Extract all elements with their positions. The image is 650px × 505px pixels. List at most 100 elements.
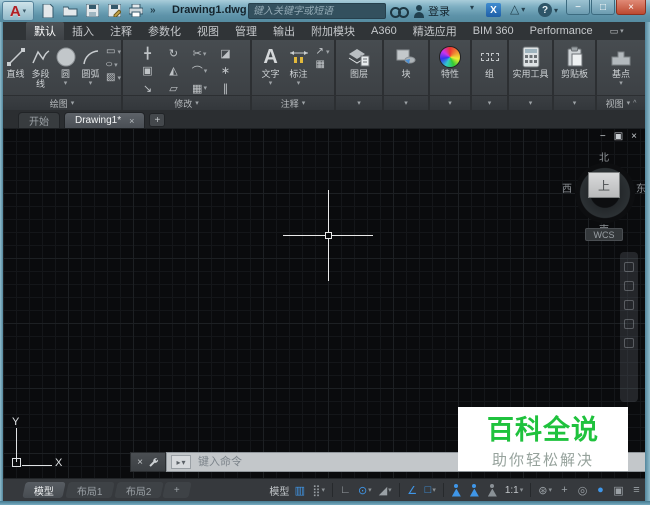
move-button[interactable]: ╋ [137,47,159,60]
array-button[interactable]: ▦ ▾ [189,82,211,95]
object-snap-toggle[interactable]: □ ▾ [423,482,438,499]
explode-button[interactable]: ∗ [215,64,237,77]
fillet-button[interactable]: ⌒ ▾ [189,64,211,78]
ribbon-tab-annotate[interactable]: 注释 [102,22,140,40]
isometric-drafting-toggle[interactable]: ◢ ▾ [377,482,394,499]
exchange-apps-button[interactable]: X [486,3,501,17]
offset-button[interactable]: ∥ [215,82,237,95]
zoom-icon[interactable] [624,300,634,310]
app-menu-button[interactable]: A ▾ [2,1,34,21]
save-button[interactable] [84,3,100,18]
scale-button[interactable]: ▱ [163,82,185,95]
command-options-chip[interactable]: ▸ ▾ [171,455,191,469]
insert-block-button[interactable]: 块 [387,42,425,95]
mirror-button[interactable]: ◭ [163,64,185,77]
ribbon-tab-home[interactable]: 默认 [26,22,64,40]
search-box[interactable] [248,3,391,19]
basepoint-button[interactable]: 基点 ▾ [600,42,642,95]
help-button[interactable]: ? ▾ [538,3,558,17]
table-button[interactable]: ▦ [316,60,330,70]
plot-button[interactable] [128,3,144,18]
signin-button[interactable]: 登录 [414,3,450,19]
file-tab-start[interactable]: 开始 [18,112,60,128]
pan-icon[interactable] [624,281,634,291]
doc-minimize-button[interactable]: − [600,131,606,142]
scale-value-button[interactable]: 1:1 ▾ [503,482,525,499]
layout2-tab[interactable]: 布局2 [113,482,163,498]
workspace-switch-button[interactable]: ⊛ ▾ [536,482,554,499]
modify-panel-label[interactable]: 修改 ▾ [123,95,250,110]
block-panel-label[interactable]: ▾ [384,95,428,110]
window-close-button[interactable]: × [616,0,646,15]
search-input[interactable] [249,4,391,18]
layout1-tab[interactable]: 布局1 [65,482,115,498]
ribbon-tab-parametric[interactable]: 参数化 [140,22,189,40]
pin-icon[interactable]: ^ [633,100,636,107]
properties-button[interactable]: 特性 [433,42,467,95]
customize-wrench-icon[interactable] [148,457,159,468]
viewcube-east[interactable]: 东 [636,180,645,195]
ribbon-tab-featured-apps[interactable]: 精选应用 [405,22,465,40]
arc-button[interactable]: 圆弧 ▾ [78,42,103,95]
circle-button[interactable]: 圆 ▾ [53,42,78,95]
keep-me-updated-dropdown[interactable]: ▾ [470,3,474,12]
ribbon-minimize-button[interactable]: ▭ ▾ [605,22,629,40]
window-maximize-button[interactable]: □ [591,0,615,15]
window-minimize-button[interactable]: − [566,0,590,15]
clipboard-button[interactable]: 剪贴板 [556,42,594,95]
ellipse-button[interactable]: ○ ▾ [105,60,121,70]
doc-restore-button[interactable]: ▣ [614,131,623,142]
search-icon[interactable] [390,5,409,18]
dimension-button[interactable]: 标注 ▾ [285,42,313,95]
a360-button[interactable]: △ ▾ [510,3,525,15]
open-file-button[interactable] [62,3,78,18]
ortho-mode-toggle[interactable]: ∟ [338,482,353,499]
ribbon-tab-manage[interactable]: 管理 [227,22,265,40]
text-button[interactable]: A 文字 ▾ [257,42,285,95]
new-drawing-tab-button[interactable]: + [149,113,166,127]
annotation-panel-label[interactable]: 注释 ▾ [252,95,334,110]
polyline-button[interactable]: 多段线 [28,42,53,95]
draw-panel-label[interactable]: 绘图 ▾ [3,95,121,110]
utilities-button[interactable]: 实用工具 [511,42,551,95]
doc-close-button[interactable]: × [631,131,637,142]
ribbon-tab-output[interactable]: 输出 [265,22,303,40]
drawing-canvas[interactable]: − ▣ × 上 北 南 西 东 WCS X Y [3,128,645,478]
viewcube-top-face[interactable]: 上 [588,172,620,198]
file-tab-drawing1[interactable]: Drawing1* × [64,112,146,128]
autoscale-toggle[interactable] [467,482,482,499]
command-line-handle[interactable]: × [130,452,166,472]
model-space-button[interactable]: 模型 [269,483,289,498]
rotate-button[interactable]: ↻ [163,47,185,60]
leader-button[interactable]: ↗ ▾ [316,47,330,57]
hardware-acceleration-button[interactable]: ● [593,482,608,499]
navigation-bar[interactable] [620,252,638,402]
polar-tracking-toggle[interactable]: ⊙ ▾ [356,482,374,499]
new-file-button[interactable] [40,3,56,18]
customization-menu-button[interactable]: ≡ [629,482,644,499]
qat-more-button[interactable]: » [150,5,155,16]
hatch-button[interactable]: ▨ ▾ [106,73,121,83]
annotation-monitor-button[interactable]: + [557,482,572,499]
grid-display-toggle[interactable]: ⣿ ▾ [310,482,327,499]
save-as-button[interactable] [106,3,122,18]
wcs-menu[interactable]: WCS [585,228,623,241]
model-tab[interactable]: 模型 [22,482,66,498]
orbit-icon[interactable] [624,319,634,329]
erase-button[interactable]: ◪ [215,47,237,60]
annotation-visibility-toggle[interactable] [449,482,464,499]
rectangle-button[interactable]: ▭ ▾ [106,47,121,57]
layer-properties-button[interactable]: 图层 [339,42,379,95]
isolate-objects-button[interactable]: ◎ [575,482,590,499]
group-panel-label[interactable]: ▾ [472,95,507,110]
object-snap-tracking-toggle[interactable]: ∠ [405,482,420,499]
new-layout-button[interactable]: + [162,482,192,498]
close-icon[interactable]: × [129,116,134,126]
close-icon[interactable]: × [137,457,143,468]
trim-button[interactable]: ✂ ▾ [189,47,211,60]
layers-panel-label[interactable]: ▾ [336,95,382,110]
view-panel-label[interactable]: 视图 ▾ ^ [597,95,645,110]
stretch-button[interactable]: ↘ [137,82,159,95]
copy-button[interactable]: ▣ [137,64,159,77]
ribbon-tab-insert[interactable]: 插入 [64,22,102,40]
